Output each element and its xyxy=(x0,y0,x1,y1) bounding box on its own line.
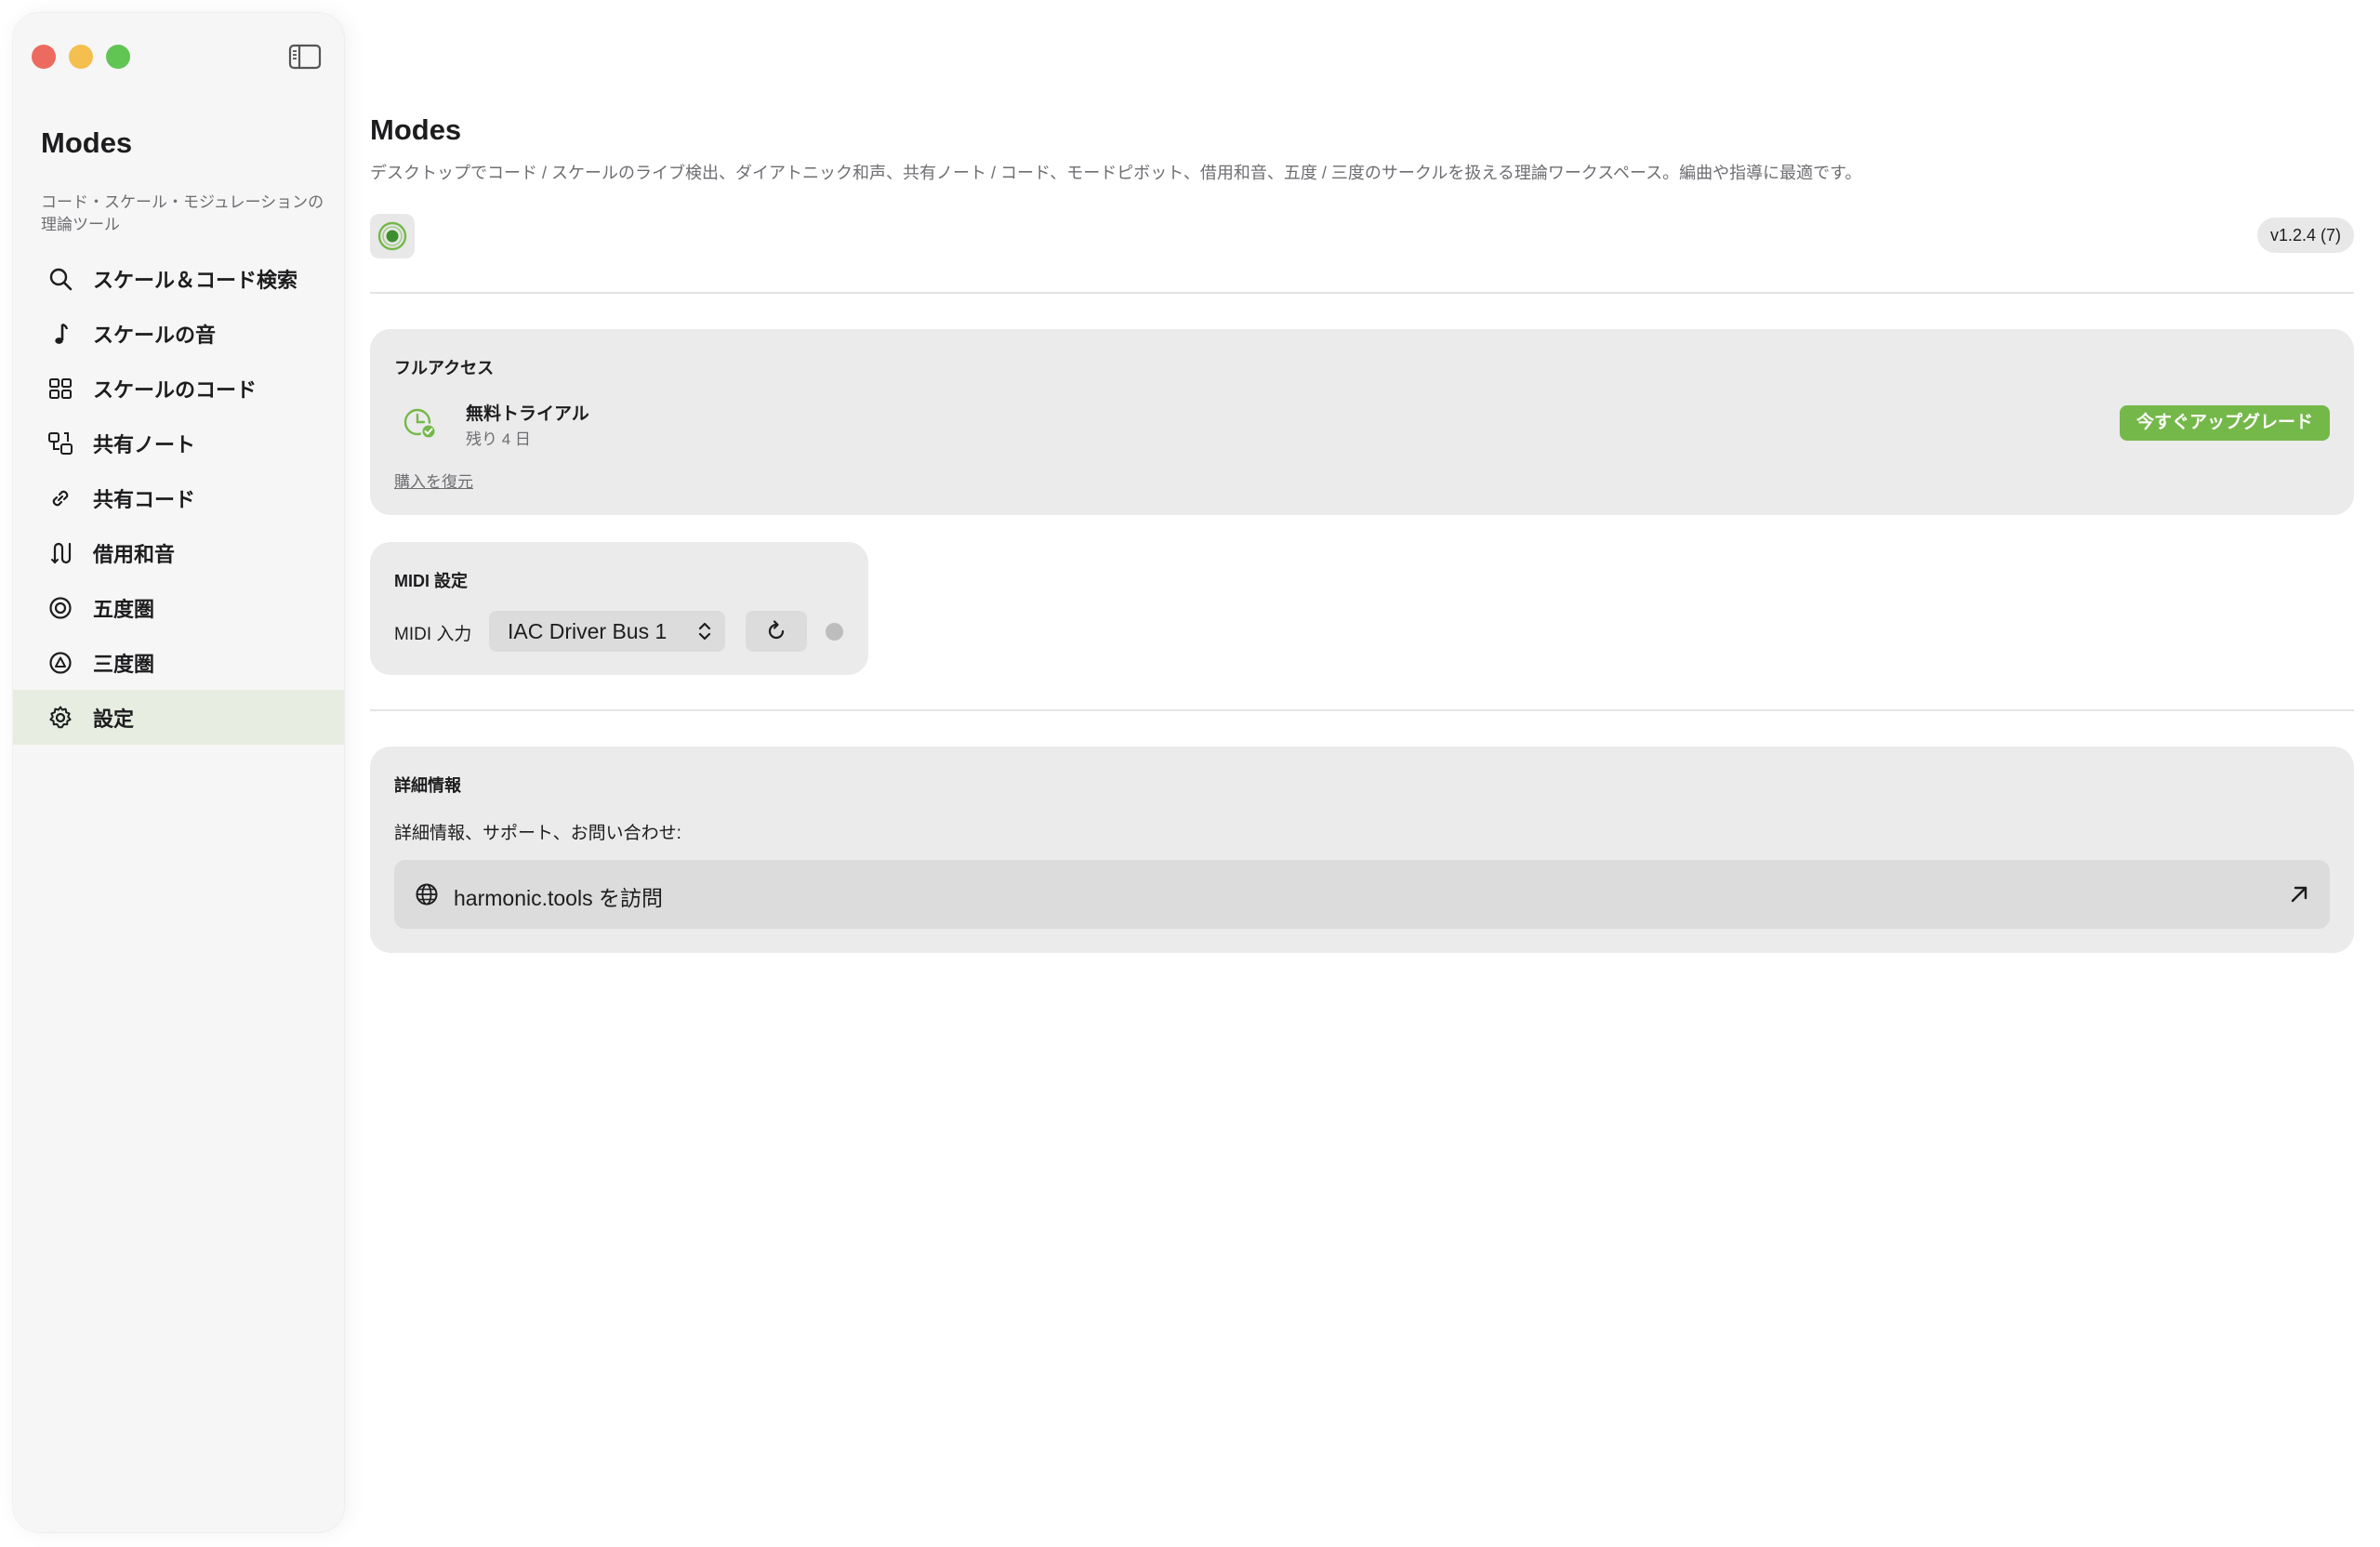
divider xyxy=(370,292,2354,294)
globe-icon xyxy=(416,883,438,906)
circle-of-thirds-icon xyxy=(46,649,74,677)
sidebar-item-circle-of-thirds[interactable]: 三度圏 xyxy=(13,635,344,690)
refresh-icon xyxy=(768,620,785,640)
shared-notes-icon xyxy=(46,430,74,457)
search-icon xyxy=(46,265,74,293)
midi-input-value: IAC Driver Bus 1 xyxy=(508,619,668,643)
page-description: デスクトップでコード / スケールのライブ検出、ダイアトニック和声、共有ノート … xyxy=(370,164,1862,182)
music-note-icon xyxy=(46,320,74,348)
sidebar-nav: スケール＆コード検索 スケールの音 スケールのコード 共有ノート 共有コード 借… xyxy=(13,251,344,745)
sidebar-item-label: 共有コード xyxy=(93,487,196,511)
trial-plan-name: 無料トライアル xyxy=(466,404,589,424)
midi-input-label: MIDI 入力 xyxy=(394,625,472,644)
app-logo-icon xyxy=(370,214,415,258)
details-text: 詳細情報、サポート、お問い合わせ: xyxy=(394,824,681,843)
zoom-window-button[interactable] xyxy=(106,45,130,69)
chevron-up-down-icon xyxy=(698,622,711,641)
sidebar-item-label: スケールの音 xyxy=(93,323,217,347)
sidebar-item-borrowed-chords[interactable]: 借用和音 xyxy=(13,525,344,580)
sidebar-item-label: スケールのコード xyxy=(93,377,258,402)
restore-purchase-link[interactable]: 購入を復元 xyxy=(394,469,473,492)
sidebar: Modes コード・スケール・モジュレーションの理論ツール スケール＆コード検索… xyxy=(13,13,344,1532)
sidebar-item-shared-chords[interactable]: 共有コード xyxy=(13,470,344,525)
access-title: フルアクセス xyxy=(394,359,495,377)
sidebar-item-label: 共有ノート xyxy=(93,432,196,456)
visit-website-label: harmonic.tools を訪問 xyxy=(454,886,663,910)
midi-status-indicator xyxy=(826,623,843,641)
visit-website-link[interactable]: harmonic.tools を訪問 xyxy=(394,860,2330,929)
sidebar-item-shared-notes[interactable]: 共有ノート xyxy=(13,416,344,470)
page-title: Modes xyxy=(370,113,462,146)
app-window: Modes コード・スケール・モジュレーションの理論ツール スケール＆コード検索… xyxy=(0,0,2380,1547)
trial-clock-icon xyxy=(403,408,437,440)
refresh-midi-button[interactable] xyxy=(746,611,807,652)
sidebar-item-label: 設定 xyxy=(93,707,135,731)
sidebar-item-label: スケール＆コード検索 xyxy=(93,268,298,292)
sidebar-item-label: 借用和音 xyxy=(93,542,176,566)
sidebar-toggle-icon[interactable] xyxy=(288,43,322,71)
midi-card: MIDI 設定 MIDI 入力 IAC Driver Bus 1 xyxy=(370,542,868,675)
grid-icon xyxy=(46,375,74,403)
details-title: 詳細情報 xyxy=(394,776,461,795)
sidebar-item-label: 三度圏 xyxy=(93,652,155,676)
version-badge: v1.2.4 (7) xyxy=(2256,218,2354,253)
sidebar-item-scale-chords[interactable]: スケールのコード xyxy=(13,361,344,416)
close-window-button[interactable] xyxy=(32,45,56,69)
access-card: フルアクセス 無料トライアル 残り 4 日 購入を復元 今すぐアップグレード xyxy=(370,329,2354,515)
sidebar-item-scale-notes[interactable]: スケールの音 xyxy=(13,306,344,361)
trial-remaining: 残り 4 日 xyxy=(466,430,531,448)
main-content: Modes デスクトップでコード / スケールのライブ検出、ダイアトニック和声、… xyxy=(370,0,2380,1547)
link-icon xyxy=(46,484,74,512)
details-card: 詳細情報 詳細情報、サポート、お問い合わせ: harmonic.tools を訪… xyxy=(370,747,2354,953)
circle-of-fifths-icon xyxy=(46,594,74,622)
minimize-window-button[interactable] xyxy=(69,45,93,69)
sidebar-item-circle-of-fifths[interactable]: 五度圏 xyxy=(13,580,344,635)
borrowed-chords-icon xyxy=(46,539,74,567)
upgrade-button[interactable]: 今すぐアップグレード xyxy=(2119,405,2330,441)
sidebar-title: Modes xyxy=(41,126,133,159)
sidebar-item-label: 五度圏 xyxy=(93,597,155,621)
sidebar-subtitle: コード・スケール・モジュレーションの理論ツール xyxy=(41,193,324,233)
midi-input-select[interactable]: IAC Driver Bus 1 xyxy=(489,611,725,652)
sidebar-item-search[interactable]: スケール＆コード検索 xyxy=(13,251,344,306)
external-link-icon xyxy=(2291,886,2307,903)
gear-icon xyxy=(46,704,74,732)
sidebar-item-settings[interactable]: 設定 xyxy=(13,690,344,745)
midi-title: MIDI 設定 xyxy=(394,572,468,590)
divider xyxy=(370,709,2354,711)
